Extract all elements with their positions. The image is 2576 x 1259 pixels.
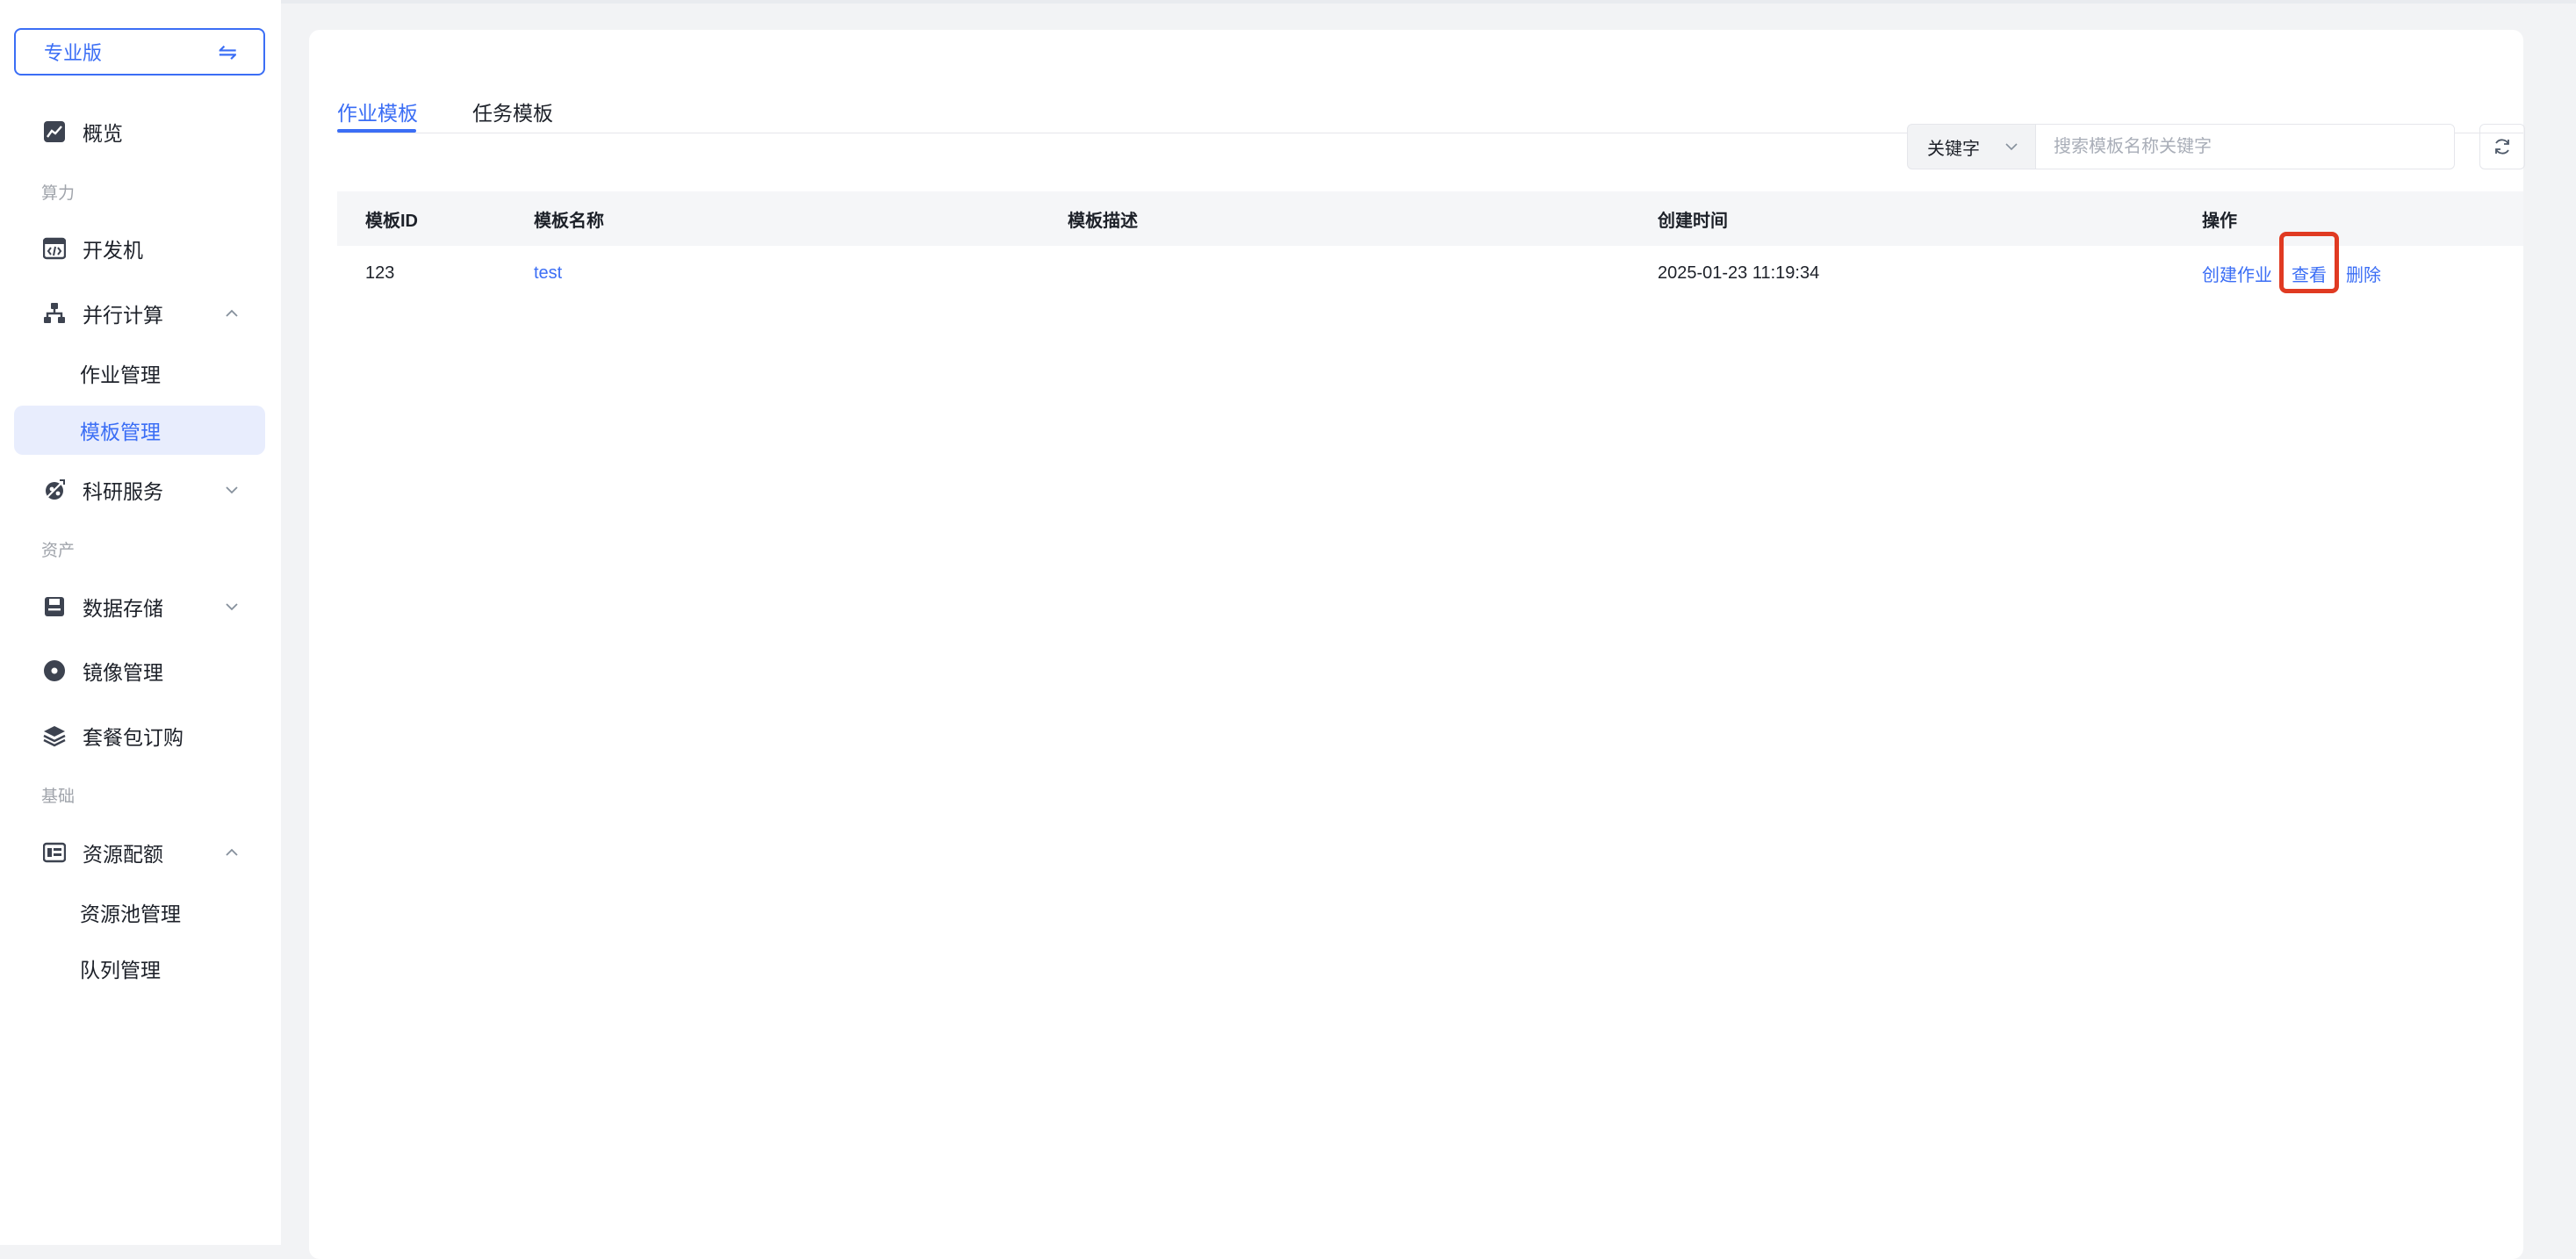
nav-package-label: 套餐包订购 — [83, 726, 183, 749]
nav-queue-management[interactable]: 队列管理 — [14, 944, 265, 993]
column-header-id: 模板ID — [337, 191, 520, 246]
group-label-compute: 算力 — [41, 184, 76, 203]
chevron-down-icon — [226, 486, 238, 494]
view-link[interactable]: 查看 — [2279, 231, 2339, 293]
nav-job-management[interactable]: 作业管理 — [14, 349, 265, 398]
top-divider — [0, 0, 2576, 4]
table-header-row: 模板ID 模板名称 模板描述 创建时间 操作 — [337, 191, 2523, 246]
nav-resource-pool-management[interactable]: 资源池管理 — [14, 888, 265, 937]
chevron-up-icon — [226, 309, 238, 317]
nav-template-management[interactable]: 模板管理 — [14, 406, 265, 455]
template-table: 模板ID 模板名称 模板描述 创建时间 操作 123 test 2025-01-… — [337, 191, 2523, 300]
hierarchy-icon — [42, 301, 67, 326]
chevron-down-icon — [226, 603, 238, 611]
create-job-link[interactable]: 创建作业 — [2202, 261, 2272, 286]
nav-overview[interactable]: 概览 — [14, 107, 265, 156]
storage-icon — [42, 594, 67, 619]
nav-image-label: 镜像管理 — [83, 661, 163, 684]
nav-package-purchase[interactable]: 套餐包订购 — [14, 711, 265, 760]
nav-resource-quota[interactable]: 资源配额 — [14, 828, 265, 877]
chart-icon — [42, 119, 67, 144]
tab-task-template[interactable]: 任务模板 — [472, 97, 553, 126]
search-field-value: 关键字 — [1927, 139, 1980, 159]
refresh-icon — [2495, 139, 2509, 155]
table-row: 123 test 2025-01-23 11:19:34 创建作业 查看 删除 — [337, 231, 2523, 300]
search-input[interactable] — [2035, 124, 2455, 169]
nav-data-storage[interactable]: 数据存储 — [14, 582, 265, 631]
column-header-description: 模板描述 — [1068, 191, 1658, 246]
edition-switcher[interactable]: 专业版 ⇋ — [14, 28, 265, 76]
edition-label: 专业版 — [44, 42, 103, 64]
view-link-label: 查看 — [2292, 265, 2327, 285]
nav-quota-label: 资源配额 — [83, 843, 163, 866]
tab-job-template[interactable]: 作业模板 — [337, 97, 418, 126]
refresh-button[interactable] — [2479, 124, 2525, 169]
nav-dev-machine[interactable]: 开发机 — [14, 224, 265, 273]
template-name-link[interactable]: test — [534, 263, 562, 283]
group-label-assets: 资产 — [41, 542, 76, 560]
delete-link[interactable]: 删除 — [2346, 261, 2381, 286]
nav-image-management[interactable]: 镜像管理 — [14, 646, 265, 695]
column-header-actions: 操作 — [2202, 191, 2523, 246]
main-card: 作业模板 任务模板 关键字 模板ID 模板名称 模板描述 创建时间 操作 — [309, 30, 2525, 1259]
column-header-created: 创建时间 — [1658, 191, 2202, 246]
cell-description — [1068, 246, 1658, 300]
chevron-down-icon — [2005, 143, 2018, 151]
nav-parallel-label: 并行计算 — [83, 304, 163, 327]
group-label-basic: 基础 — [41, 788, 76, 806]
nav-research-services[interactable]: 科研服务 — [14, 465, 265, 514]
nav-storage-label: 数据存储 — [83, 597, 163, 620]
nav-research-label: 科研服务 — [83, 480, 163, 503]
search-field-select[interactable]: 关键字 — [1907, 124, 2035, 169]
nav-dev-machine-label: 开发机 — [83, 239, 143, 262]
search-bar: 关键字 — [1907, 124, 2455, 169]
sidebar: 专业版 ⇋ 概览 算力 开发机 并行计算 作业管理 模板管理 科研服务 资产 数… — [0, 0, 281, 1245]
disc-icon — [42, 658, 67, 683]
nav-overview-label: 概览 — [83, 122, 123, 145]
layers-icon — [42, 723, 67, 748]
research-icon — [42, 478, 67, 502]
active-tab-indicator — [337, 129, 416, 133]
quota-icon — [42, 840, 67, 865]
cell-created-time: 2025-01-23 11:19:34 — [1658, 263, 1820, 283]
code-window-icon — [42, 236, 67, 261]
swap-arrows-icon: ⇋ — [218, 39, 237, 65]
chevron-up-icon — [226, 848, 238, 856]
cell-actions: 创建作业 查看 删除 — [2202, 231, 2523, 300]
cell-template-id: 123 — [365, 263, 395, 283]
column-header-name: 模板名称 — [520, 191, 1068, 246]
nav-parallel-compute[interactable]: 并行计算 — [14, 289, 265, 338]
